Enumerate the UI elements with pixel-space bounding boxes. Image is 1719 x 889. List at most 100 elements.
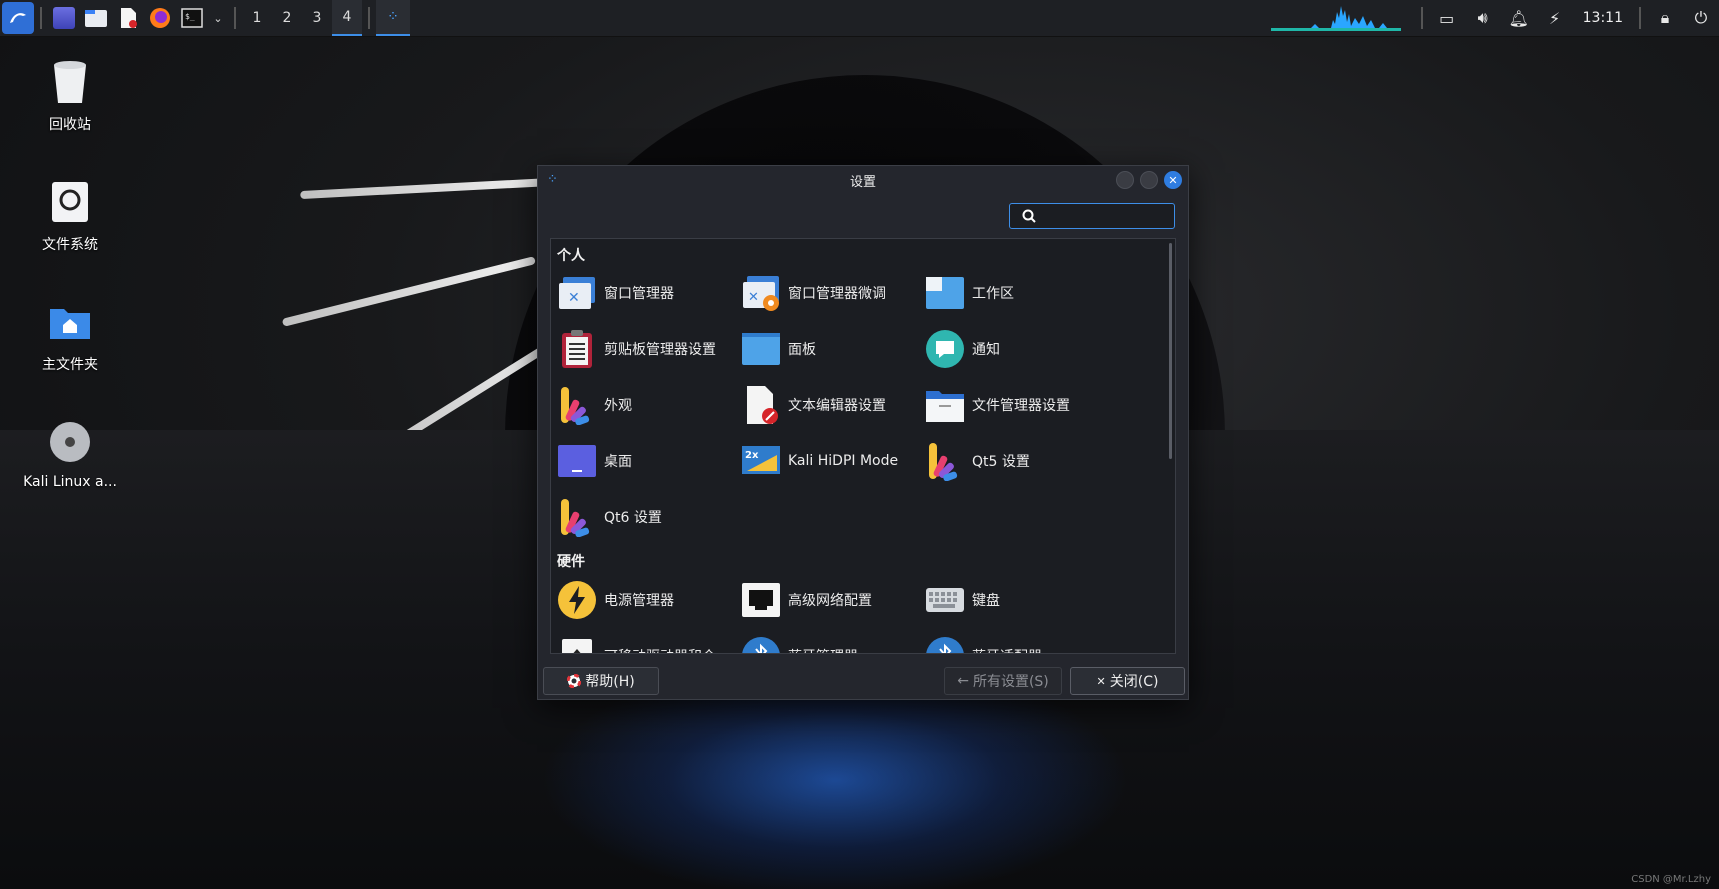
wallpaper-claw xyxy=(300,178,551,200)
workspace-4[interactable]: 4 xyxy=(332,0,362,36)
file-manager-launcher-icon[interactable] xyxy=(81,3,111,33)
cpu-graph-icon[interactable] xyxy=(1270,4,1401,32)
settings-item[interactable]: 文本编辑器设置 xyxy=(741,377,925,433)
close-window-button[interactable]: ✕ xyxy=(1164,171,1182,189)
logout-icon[interactable]: ⏻ xyxy=(1683,0,1719,36)
settings-item-label: Qt6 设置 xyxy=(604,510,662,526)
settings-item[interactable]: ✕ 窗口管理器 xyxy=(557,265,741,321)
desktop-icon-trash[interactable]: 回收站 xyxy=(15,58,125,134)
settings-item-label: 可移动驱动器和介 xyxy=(604,646,716,653)
panel-separator xyxy=(1420,7,1423,29)
text-editor-launcher-icon[interactable] xyxy=(113,3,143,33)
settings-item[interactable]: 工作区 xyxy=(925,265,1109,321)
settings-item-label: 蓝牙适配器 xyxy=(972,646,1042,653)
panel-separator xyxy=(234,7,236,29)
settings-item[interactable]: 高级网络配置 xyxy=(741,572,925,628)
desktop-icon-label: Kali Linux a... xyxy=(23,474,117,490)
desktop-icon-home[interactable]: 主文件夹 xyxy=(15,298,125,374)
workspace-2[interactable]: 2 xyxy=(272,0,302,36)
settings-item-label: 窗口管理器 xyxy=(604,286,674,302)
settings-item[interactable]: Qt6 设置 xyxy=(557,489,741,545)
watermark: CSDN @Mr.Lzhy xyxy=(1631,874,1711,885)
settings-item[interactable]: 通知 xyxy=(925,321,1109,377)
settings-item-label: 工作区 xyxy=(972,286,1014,302)
settings-item-label: 通知 xyxy=(972,342,1000,358)
settings-item[interactable]: 面板 xyxy=(741,321,925,377)
settings-item-label: 文本编辑器设置 xyxy=(788,398,886,414)
panel-separator xyxy=(40,7,42,29)
scrollbar[interactable] xyxy=(1169,243,1172,459)
settings-item[interactable]: 可移动驱动器和介 xyxy=(557,628,741,653)
all-settings-button[interactable]: ← 所有设置(S) xyxy=(944,667,1062,695)
bluetooth-icon xyxy=(741,636,781,653)
power-icon xyxy=(557,580,597,620)
settings-item[interactable]: 2x Kali HiDPI Mode xyxy=(741,433,925,489)
chevron-down-icon[interactable]: ⌄ xyxy=(209,3,227,33)
appearance-icon xyxy=(557,385,597,425)
text-editor-icon xyxy=(741,385,781,425)
settings-item[interactable]: 蓝牙适配器 xyxy=(925,628,1109,653)
lock-icon[interactable]: 🔒︎ xyxy=(1647,0,1683,36)
clipboard-icon xyxy=(557,329,597,369)
desktop-icon-label: 文件系统 xyxy=(42,237,98,253)
minimize-button[interactable] xyxy=(1116,171,1134,189)
maximize-button[interactable] xyxy=(1140,171,1158,189)
hidpi-icon: 2x xyxy=(741,441,781,481)
notification-bell-icon[interactable]: 🔔︎ xyxy=(1501,0,1537,36)
settings-item[interactable]: 键盘 xyxy=(925,572,1109,628)
home-folder-icon xyxy=(46,298,94,346)
trash-icon xyxy=(46,58,94,106)
desktop-icon xyxy=(557,441,597,481)
system-tray: ▭ 🔊︎ 🔔︎ ⚡︎ 13:11 🔒︎ ⏻ xyxy=(1270,0,1719,36)
file-manager-icon xyxy=(925,385,965,425)
settings-dialog: ⁘ 设置 ✕ 个人 ✕ 窗口管理器 ✕ 窗口管理器微调 工作区 剪贴板管理器设置… xyxy=(537,165,1189,700)
settings-item-label: 窗口管理器微调 xyxy=(788,286,886,302)
search-input[interactable] xyxy=(1042,207,1166,225)
desktop-icon-kali-disc[interactable]: Kali Linux a... xyxy=(15,418,125,490)
settings-item[interactable]: 外观 xyxy=(557,377,741,433)
settings-item[interactable]: ✕ 窗口管理器微调 xyxy=(741,265,925,321)
settings-item[interactable]: 电源管理器 xyxy=(557,572,741,628)
settings-item[interactable]: Qt5 设置 xyxy=(925,433,1109,489)
power-status-icon[interactable]: ⚡︎ xyxy=(1537,0,1573,36)
settings-item[interactable]: 文件管理器设置 xyxy=(925,377,1109,433)
panel-separator xyxy=(1639,7,1641,29)
settings-app-icon: ⁘ xyxy=(547,172,558,187)
workspace-3[interactable]: 3 xyxy=(302,0,332,36)
settings-window-task-icon[interactable]: ⁘ xyxy=(376,0,410,36)
qt6-icon xyxy=(557,497,597,537)
settings-item-label: 桌面 xyxy=(604,454,632,470)
firefox-launcher-icon[interactable] xyxy=(145,3,175,33)
hardware-grid: 电源管理器 高级网络配置 键盘 可移动驱动器和介 xyxy=(557,572,1127,653)
dialog-titlebar[interactable]: ⁘ 设置 ✕ xyxy=(538,166,1188,194)
close-button[interactable]: ✕ 关闭(C) xyxy=(1070,667,1185,695)
volume-icon[interactable]: 🔊︎ xyxy=(1465,0,1501,36)
personal-grid: ✕ 窗口管理器 ✕ 窗口管理器微调 工作区 剪贴板管理器设置 面板 通知 外观 … xyxy=(557,265,1127,545)
settings-item[interactable]: 蓝牙管理器 xyxy=(741,628,925,653)
desktop-icon-label: 回收站 xyxy=(49,117,91,133)
settings-item-label: 键盘 xyxy=(972,593,1000,609)
desktop-icon-filesystem[interactable]: 文件系统 xyxy=(15,178,125,254)
kali-menu-icon[interactable] xyxy=(2,2,34,34)
help-lifebuoy-icon xyxy=(567,674,582,688)
workspace-1[interactable]: 1 xyxy=(242,0,272,36)
panel-separator xyxy=(368,7,370,29)
dialog-title: 设置 xyxy=(849,174,876,190)
search-field[interactable] xyxy=(1009,203,1175,229)
settings-item-label: 剪贴板管理器设置 xyxy=(604,342,716,358)
settings-list: 个人 ✕ 窗口管理器 ✕ 窗口管理器微调 工作区 剪贴板管理器设置 面板 通知 … xyxy=(550,238,1176,654)
clock[interactable]: 13:11 xyxy=(1573,10,1633,26)
settings-item-label: Kali HiDPI Mode xyxy=(788,453,899,469)
settings-item[interactable]: 桌面 xyxy=(557,433,741,489)
show-desktop-icon[interactable] xyxy=(49,3,79,33)
wallpaper-claw xyxy=(281,256,536,327)
disc-icon xyxy=(46,418,94,466)
help-button[interactable]: 帮助(H) xyxy=(543,667,659,695)
close-icon: ✕ xyxy=(1096,674,1106,688)
settings-item[interactable]: 剪贴板管理器设置 xyxy=(557,321,741,377)
settings-item-label: 电源管理器 xyxy=(604,593,674,609)
display-icon[interactable]: ▭ xyxy=(1429,0,1465,36)
terminal-launcher-icon[interactable]: $_ xyxy=(177,3,207,33)
top-panel: $_ ⌄ 1 2 3 4 ⁘ ▭ 🔊︎ 🔔︎ ⚡︎ 13:11 🔒︎ ⏻ xyxy=(0,0,1719,37)
window-manager-icon: ✕ xyxy=(557,273,597,313)
